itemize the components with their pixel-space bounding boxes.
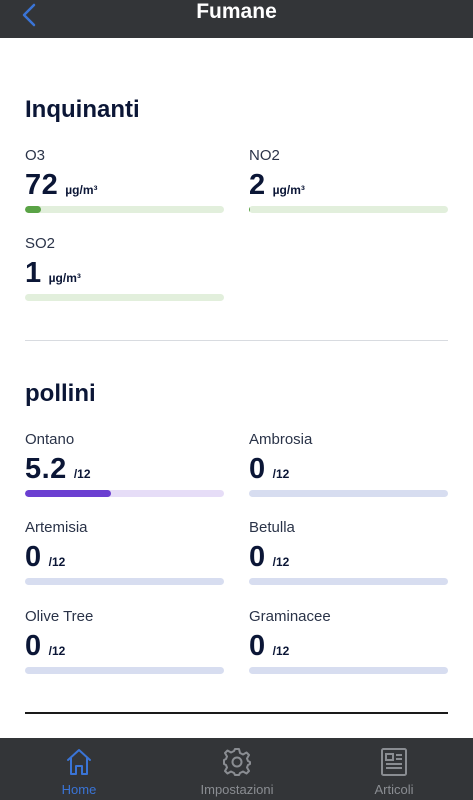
metric-so2: SO2 1 µg/m³ bbox=[25, 235, 225, 301]
pollen-title: pollini bbox=[25, 380, 96, 407]
metric-value: 0 bbox=[249, 453, 266, 485]
metric-value: 0 bbox=[249, 541, 266, 573]
metric-unit: µg/m³ bbox=[48, 271, 81, 285]
metric-label: Artemisia bbox=[25, 519, 88, 536]
metric-value: 72 bbox=[25, 169, 59, 201]
top-bar: Fumane bbox=[0, 0, 473, 38]
level-bar bbox=[249, 490, 448, 497]
page-title: Fumane bbox=[196, 0, 277, 23]
level-bar bbox=[25, 667, 224, 674]
nav-settings[interactable]: Impostazioni bbox=[158, 738, 316, 800]
metric-value: 5.2 bbox=[25, 453, 67, 485]
metric-o3: O3 72 µg/m³ bbox=[25, 147, 225, 213]
nav-label: Home bbox=[61, 782, 97, 797]
metric-label: Olive Tree bbox=[25, 608, 94, 625]
metric-value: 0 bbox=[249, 630, 266, 662]
nav-label: Articoli bbox=[374, 782, 414, 797]
section-divider bbox=[25, 340, 448, 341]
metric-label: SO2 bbox=[25, 235, 56, 252]
metric-unit: /12 bbox=[272, 467, 290, 481]
metric-label: Betulla bbox=[249, 519, 295, 536]
metric-betulla: Betulla 0 /12 bbox=[249, 519, 449, 585]
pollutants-title: Inquinanti bbox=[25, 96, 140, 123]
metric-unit: /12 bbox=[272, 555, 290, 569]
metric-ontano: Ontano 5.2 /12 bbox=[25, 431, 225, 497]
level-bar bbox=[25, 294, 224, 301]
metric-unit: µg/m³ bbox=[65, 183, 98, 197]
content-area: Inquinanti O3 72 µg/m³ NO2 2 µg/m³ SO2 1… bbox=[0, 38, 473, 738]
metric-label: Ambrosia bbox=[249, 431, 313, 448]
section-divider bbox=[25, 712, 448, 714]
metric-unit: /12 bbox=[48, 644, 66, 658]
level-bar bbox=[249, 206, 448, 213]
home-icon bbox=[67, 749, 91, 775]
level-bar bbox=[249, 578, 448, 585]
metric-value: 0 bbox=[25, 541, 42, 573]
metric-no2: NO2 2 µg/m³ bbox=[249, 147, 449, 213]
nav-label: Impostazioni bbox=[200, 782, 274, 797]
metric-artemisia: Artemisia 0 /12 bbox=[25, 519, 225, 585]
nav-articles[interactable]: Articoli bbox=[315, 738, 473, 800]
level-bar bbox=[25, 490, 224, 497]
metric-value: 1 bbox=[25, 257, 42, 289]
metric-olive-tree: Olive Tree 0 /12 bbox=[25, 608, 225, 674]
level-bar bbox=[249, 667, 448, 674]
metric-unit: /12 bbox=[272, 644, 290, 658]
gear-icon bbox=[223, 748, 251, 776]
metric-label: Ontano bbox=[25, 431, 75, 448]
metric-label: O3 bbox=[25, 147, 46, 164]
metric-graminacee: Graminacee 0 /12 bbox=[249, 608, 449, 674]
metric-value: 2 bbox=[249, 169, 266, 201]
metric-unit: /12 bbox=[48, 555, 66, 569]
bottom-nav: Home Impostazioni Articoli bbox=[0, 738, 473, 800]
level-bar-fill bbox=[25, 206, 41, 213]
level-bar bbox=[25, 578, 224, 585]
level-bar bbox=[25, 206, 224, 213]
level-bar-fill bbox=[25, 490, 111, 497]
metric-label: NO2 bbox=[249, 147, 280, 164]
news-icon bbox=[381, 748, 407, 776]
metric-ambrosia: Ambrosia 0 /12 bbox=[249, 431, 449, 497]
metric-label: Graminacee bbox=[249, 608, 331, 625]
metric-unit: µg/m³ bbox=[272, 183, 305, 197]
metric-unit: /12 bbox=[73, 467, 91, 481]
nav-home[interactable]: Home bbox=[0, 738, 158, 800]
metric-value: 0 bbox=[25, 630, 42, 662]
level-bar-fill bbox=[249, 206, 250, 213]
